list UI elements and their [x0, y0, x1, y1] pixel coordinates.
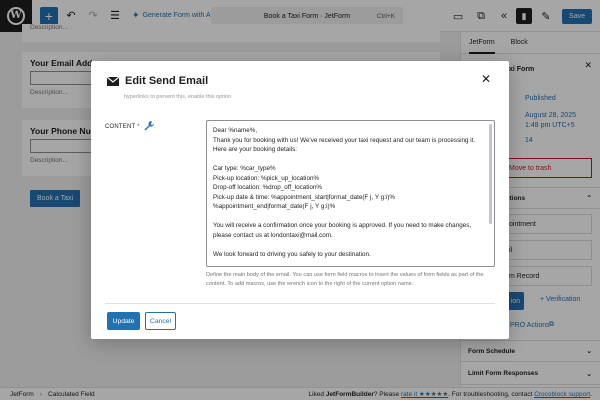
content-line: please contact us at londontaxi@mail.com… [213, 231, 333, 239]
envelope-icon [107, 76, 119, 86]
content-line [213, 212, 488, 222]
content-label-text: CONTENT [105, 124, 136, 130]
content-line [213, 155, 488, 165]
content-line: Here are your booking details: [213, 146, 298, 153]
content-line [213, 240, 488, 250]
content-line: %appointment_end|format_date(F j, Y g:i)… [213, 203, 336, 210]
content-textarea[interactable]: Dear %name%, Thank you for booking with u… [206, 120, 495, 267]
modal-partial-text: hyperlinks to prevent this, enable this … [124, 94, 232, 100]
content-field-label: CONTENT * [105, 124, 140, 130]
modal-divider [105, 303, 495, 304]
cancel-button[interactable]: Cancel [145, 312, 176, 330]
update-button[interactable]: Update [107, 312, 140, 330]
modal-title: Edit Send Email [125, 75, 209, 87]
content-line: Thank you for booking with us! We've rec… [213, 136, 476, 144]
content-line: Dear %name%, [213, 127, 258, 134]
required-mark: * [137, 124, 140, 130]
content-line: Pick-up location: %pick_up_location% [213, 174, 320, 182]
close-icon[interactable]: ✕ [481, 73, 491, 85]
content-line: You will receive a confirmation once you… [213, 222, 472, 229]
content-line: We look forward to driving you safely to… [213, 250, 371, 258]
wrench-icon[interactable] [143, 120, 155, 132]
content-line: Car type: %car_type% [213, 165, 276, 172]
content-line: Pick-up date & time: %appointment_start|… [213, 193, 395, 201]
textarea-scrollbar[interactable] [489, 124, 492, 224]
content-help-text: Define the main body of the email. You c… [206, 272, 484, 287]
content-line: Drop-off location: %drop_off_location% [213, 184, 322, 191]
edit-send-email-modal: Edit Send Email ✕ hyperlinks to prevent … [91, 61, 509, 339]
